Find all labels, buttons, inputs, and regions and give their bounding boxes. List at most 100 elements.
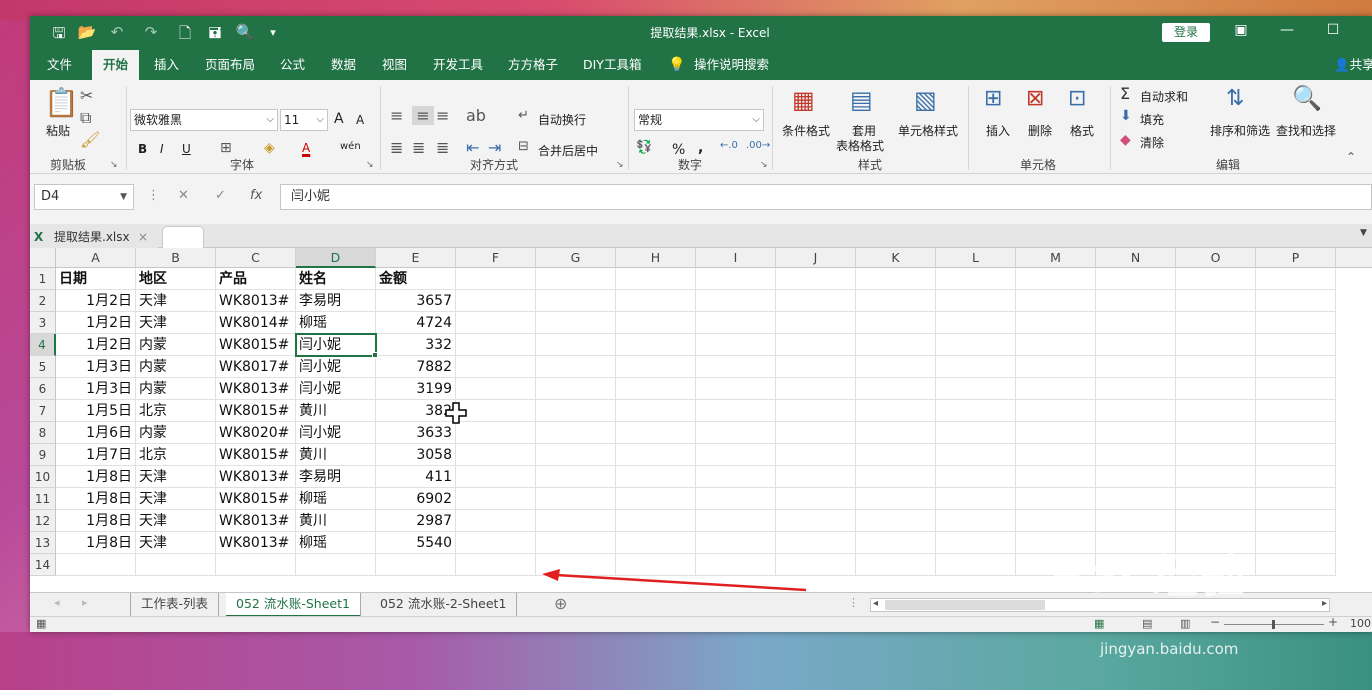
empty-cell[interactable]: [1016, 334, 1096, 356]
cell-E6[interactable]: 3199: [376, 378, 456, 400]
empty-cell[interactable]: [696, 444, 776, 466]
zoom-level[interactable]: 100: [1350, 617, 1371, 630]
empty-cell[interactable]: [1096, 466, 1176, 488]
empty-cell[interactable]: [936, 290, 1016, 312]
row-header-7[interactable]: 7: [30, 400, 56, 422]
autosum-button[interactable]: 自动求和: [1140, 88, 1188, 105]
underline-button[interactable]: U: [182, 142, 191, 156]
cell-D10[interactable]: 李易明: [296, 466, 376, 488]
empty-cell[interactable]: [536, 532, 616, 554]
empty-cell[interactable]: [616, 532, 696, 554]
empty-cell[interactable]: [456, 400, 536, 422]
empty-cell[interactable]: [936, 334, 1016, 356]
page-break-view-icon[interactable]: ▥: [1180, 617, 1190, 630]
confirm-entry-icon[interactable]: ✓: [215, 188, 226, 203]
cell-A7[interactable]: 1月5日: [56, 400, 136, 422]
cell-C14[interactable]: [216, 554, 296, 576]
empty-cell[interactable]: [856, 400, 936, 422]
delete-cells-button[interactable]: 删除: [1028, 122, 1052, 139]
empty-cell[interactable]: [536, 444, 616, 466]
format-as-table-line2[interactable]: 表格格式: [836, 137, 884, 154]
shrink-font-button[interactable]: A: [356, 113, 364, 127]
column-header-D[interactable]: D: [296, 248, 376, 268]
empty-cell[interactable]: [616, 488, 696, 510]
cell-D1[interactable]: 姓名: [296, 268, 376, 290]
empty-cell[interactable]: [696, 466, 776, 488]
empty-cell[interactable]: [696, 422, 776, 444]
cell-C1[interactable]: 产品: [216, 268, 296, 290]
align-middle-icon[interactable]: ≡: [412, 106, 434, 125]
empty-cell[interactable]: [856, 444, 936, 466]
sheet-tab-3[interactable]: 052 流水账-2-Sheet1: [370, 593, 518, 617]
column-header-E[interactable]: E: [376, 248, 456, 268]
empty-cell[interactable]: [936, 312, 1016, 334]
cell-D11[interactable]: 柳瑶: [296, 488, 376, 510]
scroll-tabs-right-icon[interactable]: ▸: [82, 596, 88, 609]
empty-cell[interactable]: [456, 290, 536, 312]
column-header-C[interactable]: C: [216, 248, 296, 268]
empty-cell[interactable]: [1016, 510, 1096, 532]
align-top-icon[interactable]: ≡: [390, 106, 403, 125]
empty-cell[interactable]: [936, 378, 1016, 400]
ribbon-display-icon[interactable]: ▣: [1226, 22, 1256, 38]
add-sheet-icon[interactable]: ⊕: [554, 594, 567, 613]
empty-cell[interactable]: [776, 422, 856, 444]
cell-B5[interactable]: 内蒙: [136, 356, 216, 378]
scroll-left-icon[interactable]: ◂: [873, 598, 878, 609]
increase-decimal-icon[interactable]: ←.0: [720, 140, 738, 151]
split-handle-icon[interactable]: ⋮: [848, 596, 859, 609]
empty-cell[interactable]: [456, 378, 536, 400]
empty-cell[interactable]: [1176, 466, 1256, 488]
align-left-icon[interactable]: ≣: [390, 138, 403, 157]
empty-cell[interactable]: [1096, 356, 1176, 378]
copy-icon[interactable]: ⧉: [80, 108, 91, 128]
empty-cell[interactable]: [1256, 422, 1336, 444]
tab-fangfang[interactable]: 方方格子: [508, 50, 558, 80]
row-header-2[interactable]: 2: [30, 290, 56, 312]
scroll-tabs-left-icon[interactable]: ◂: [54, 596, 60, 609]
increase-indent-icon[interactable]: ⇥: [488, 138, 501, 157]
font-color-button[interactable]: A: [302, 141, 310, 155]
cell-A4[interactable]: 1月2日: [56, 334, 136, 356]
empty-cell[interactable]: [1096, 510, 1176, 532]
column-header-I[interactable]: I: [696, 248, 776, 268]
font-name-combo[interactable]: 微软雅黑 ⌵: [130, 109, 278, 131]
tell-me-search[interactable]: 操作说明搜索: [694, 50, 769, 80]
empty-cell[interactable]: [856, 510, 936, 532]
row-header-8[interactable]: 8: [30, 422, 56, 444]
empty-cell[interactable]: [1016, 378, 1096, 400]
tab-insert[interactable]: 插入: [154, 50, 179, 80]
zoom-slider-track[interactable]: [1224, 620, 1324, 629]
cell-C7[interactable]: WK8015#: [216, 400, 296, 422]
empty-cell[interactable]: [856, 312, 936, 334]
number-dialog-launcher-icon[interactable]: ↘: [760, 160, 768, 170]
save-icon[interactable]: 🖫: [48, 23, 70, 48]
empty-cell[interactable]: [1016, 488, 1096, 510]
column-header-P[interactable]: P: [1256, 248, 1336, 268]
redo-icon[interactable]: ↷: [140, 23, 162, 41]
column-header-A[interactable]: A: [56, 248, 136, 268]
empty-cell[interactable]: [1176, 444, 1256, 466]
empty-cell[interactable]: [536, 268, 616, 290]
empty-cell[interactable]: [936, 554, 1016, 576]
cell-C5[interactable]: WK8017#: [216, 356, 296, 378]
empty-cell[interactable]: [1256, 554, 1336, 576]
empty-cell[interactable]: [856, 334, 936, 356]
empty-cell[interactable]: [456, 422, 536, 444]
cell-A12[interactable]: 1月8日: [56, 510, 136, 532]
row-header-6[interactable]: 6: [30, 378, 56, 400]
align-center-icon[interactable]: ≣: [412, 138, 425, 157]
empty-cell[interactable]: [1096, 290, 1176, 312]
empty-cell[interactable]: [1256, 444, 1336, 466]
empty-cell[interactable]: [1096, 268, 1176, 290]
empty-cell[interactable]: [776, 400, 856, 422]
cell-A11[interactable]: 1月8日: [56, 488, 136, 510]
empty-cell[interactable]: [1176, 510, 1256, 532]
empty-cell[interactable]: [1256, 312, 1336, 334]
bold-button[interactable]: B: [138, 142, 147, 156]
conditional-format-button[interactable]: 条件格式: [782, 122, 830, 139]
cell-B14[interactable]: [136, 554, 216, 576]
column-header-O[interactable]: O: [1176, 248, 1256, 268]
cell-D3[interactable]: 柳瑶: [296, 312, 376, 334]
accounting-format-icon[interactable]: 💱: [636, 140, 652, 155]
